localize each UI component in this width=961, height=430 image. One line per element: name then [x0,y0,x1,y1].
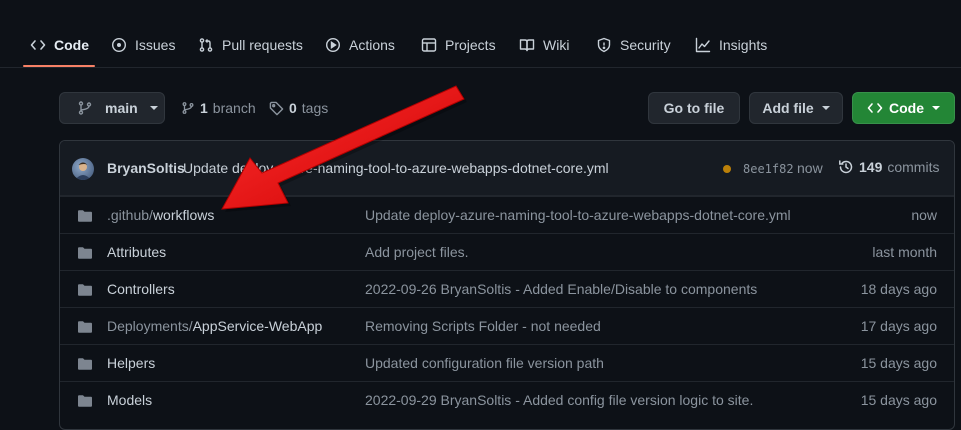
file-commit-age: last month [872,244,937,260]
git-branch-icon [78,101,92,115]
commit-count: 149 [859,159,883,175]
branch-count: 1 [200,100,208,116]
graph-icon [695,37,711,53]
branch-count-label: branch [212,100,256,116]
go-to-file-button[interactable]: Go to file [648,92,740,124]
file-row[interactable]: Deployments/AppService-WebApp Removing Sc… [60,307,954,344]
file-name: workflows [152,207,215,223]
latest-commit-bar: BryanSoltis Update deploy-azure-naming-t… [60,141,954,196]
file-row[interactable]: Attributes Add project files. last month [60,233,954,270]
branch-selector-button[interactable]: main [59,92,165,124]
file-commit-message[interactable]: Update deploy-azure-naming-tool-to-azure… [365,207,791,223]
chevron-down-icon [821,106,830,110]
tab-wiki-label: Wiki [543,37,570,53]
file-name-link[interactable]: Controllers [107,281,175,297]
tab-pull-requests-label: Pull requests [222,37,303,53]
tag-count-label: tags [301,100,329,116]
folder-icon [78,284,92,296]
tab-pull-requests[interactable]: Pull requests [198,34,303,56]
commit-time: now [797,160,823,176]
shield-icon [597,37,611,53]
code-icon [30,40,46,50]
file-name-link[interactable]: .github/workflows [107,207,214,223]
branches-link[interactable]: 1 branch [181,98,256,118]
tags-link[interactable]: 0 tags [269,98,328,118]
file-row[interactable]: Models 2022-09-29 BryanSoltis - Added con… [60,381,954,418]
table-icon [421,38,437,52]
git-branch-icon [182,102,194,114]
file-commit-age: 17 days ago [860,318,937,334]
history-icon [839,160,853,174]
commits-link[interactable]: 149 commits [838,159,939,175]
file-commit-message[interactable]: 2022-09-26 BryanSoltis - Added Enable/Di… [365,281,757,297]
file-commit-age: 15 days ago [860,392,937,408]
folder-icon [78,321,92,333]
code-icon [867,103,883,113]
chevron-down-icon [149,106,158,110]
commit-author[interactable]: BryanSoltis [107,160,185,176]
file-row[interactable]: Helpers Updated configuration file versio… [60,344,954,381]
file-name: Models [107,392,153,408]
folder-icon [78,358,92,370]
git-pull-request-icon [199,38,213,52]
file-row[interactable]: .github/workflows Update deploy-azure-nam… [60,196,954,233]
file-commit-message[interactable]: Updated configuration file version path [365,355,604,371]
chevron-down-icon [932,106,940,110]
folder-icon [78,210,92,222]
file-name: Controllers [107,281,175,297]
book-icon [519,39,535,52]
issue-opened-icon [111,37,127,53]
file-path-prefix: .github/ [107,207,153,223]
play-icon [325,37,341,53]
file-name: Attributes [107,244,167,260]
tag-icon [269,101,284,115]
tab-code-label: Code [54,37,89,53]
tab-security-label: Security [620,37,671,53]
file-listing: BryanSoltis Update deploy-azure-naming-t… [59,140,955,430]
tab-projects[interactable]: Projects [421,34,496,56]
tag-count: 0 [289,100,297,116]
go-to-file-label: Go to file [663,100,725,116]
tab-insights-label: Insights [719,37,768,53]
file-name: AppService-WebApp [192,318,323,334]
tab-issues[interactable]: Issues [111,34,175,56]
commit-message[interactable]: Update deploy-azure-naming-tool-to-azure… [183,160,609,176]
tab-security[interactable]: Security [596,34,671,56]
tab-issues-label: Issues [135,37,176,53]
file-commit-age: now [911,207,937,223]
file-commit-message[interactable]: Removing Scripts Folder - not needed [365,318,601,334]
file-name-link[interactable]: Models [107,392,152,408]
file-name-link[interactable]: Attributes [107,244,166,260]
commit-count-label: commits [887,159,940,175]
code-dropdown-label: Code [889,100,924,116]
active-tab-indicator [23,65,95,67]
tab-code[interactable]: Code [30,34,89,56]
code-dropdown-button[interactable]: Code [852,92,955,124]
tab-actions[interactable]: Actions [325,34,395,56]
tab-projects-label: Projects [445,37,496,53]
tab-actions-label: Actions [349,37,395,53]
branch-selector-label: main [105,100,138,116]
tab-wiki[interactable]: Wiki [519,34,569,56]
repo-nav: Code Issues Pull requests Actions Projec… [0,0,961,68]
file-path-prefix: Deployments/ [107,318,193,334]
status-dot[interactable] [723,165,731,173]
file-name: Helpers [107,355,156,371]
file-commit-message[interactable]: Add project files. [365,244,469,260]
file-name-link[interactable]: Helpers [107,355,155,371]
file-commit-age: 18 days ago [860,281,937,297]
add-file-label: Add file [762,100,814,116]
file-row[interactable]: Controllers 2022-09-26 BryanSoltis - Adde… [60,270,954,307]
file-commit-age: 15 days ago [860,355,937,371]
file-name-link[interactable]: Deployments/AppService-WebApp [107,318,322,334]
file-commit-message[interactable]: 2022-09-29 BryanSoltis - Added config fi… [365,392,753,408]
add-file-button[interactable]: Add file [749,92,843,124]
folder-icon [78,247,92,259]
avatar[interactable] [72,158,94,180]
commit-sha[interactable]: 8ee1f82 [743,162,794,176]
folder-icon [78,395,92,407]
tab-insights[interactable]: Insights [695,34,767,56]
